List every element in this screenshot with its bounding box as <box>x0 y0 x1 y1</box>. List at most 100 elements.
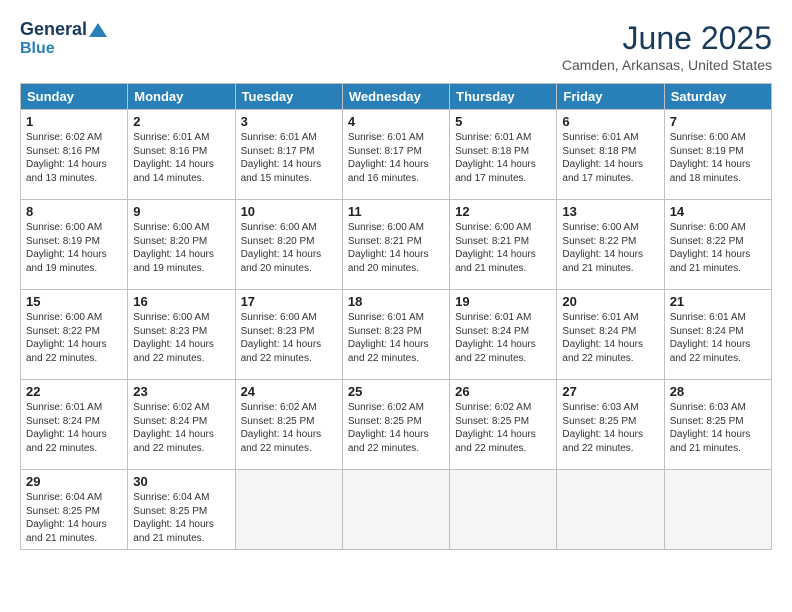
col-friday: Friday <box>557 84 664 110</box>
col-tuesday: Tuesday <box>235 84 342 110</box>
logo-text-general: General <box>20 20 87 40</box>
day-info: Sunrise: 6:04 AM Sunset: 8:25 PM Dayligh… <box>133 491 229 545</box>
col-sunday: Sunday <box>21 84 128 110</box>
col-monday: Monday <box>128 84 235 110</box>
day-info: Sunrise: 6:00 AM Sunset: 8:20 PM Dayligh… <box>133 221 229 275</box>
calendar-cell: 23 Sunrise: 6:02 AM Sunset: 8:24 PM Dayli… <box>128 380 235 470</box>
calendar-cell: 9 Sunrise: 6:00 AM Sunset: 8:20 PM Daylig… <box>128 200 235 290</box>
day-number: 8 <box>26 204 122 219</box>
day-number: 12 <box>455 204 551 219</box>
col-saturday: Saturday <box>664 84 771 110</box>
day-info: Sunrise: 6:00 AM Sunset: 8:23 PM Dayligh… <box>133 311 229 365</box>
day-info: Sunrise: 6:02 AM Sunset: 8:25 PM Dayligh… <box>455 401 551 455</box>
day-info: Sunrise: 6:00 AM Sunset: 8:23 PM Dayligh… <box>241 311 337 365</box>
calendar-cell: 24 Sunrise: 6:02 AM Sunset: 8:25 PM Dayli… <box>235 380 342 470</box>
logo: General Blue <box>20 20 107 57</box>
day-number: 2 <box>133 114 229 129</box>
day-number: 24 <box>241 384 337 399</box>
day-info: Sunrise: 6:02 AM Sunset: 8:25 PM Dayligh… <box>348 401 444 455</box>
day-info: Sunrise: 6:04 AM Sunset: 8:25 PM Dayligh… <box>26 491 122 545</box>
day-number: 22 <box>26 384 122 399</box>
calendar-cell <box>235 470 342 550</box>
col-thursday: Thursday <box>450 84 557 110</box>
calendar-cell <box>664 470 771 550</box>
day-info: Sunrise: 6:02 AM Sunset: 8:24 PM Dayligh… <box>133 401 229 455</box>
day-number: 21 <box>670 294 766 309</box>
day-number: 3 <box>241 114 337 129</box>
day-number: 11 <box>348 204 444 219</box>
day-info: Sunrise: 6:01 AM Sunset: 8:17 PM Dayligh… <box>241 131 337 185</box>
col-wednesday: Wednesday <box>342 84 449 110</box>
day-info: Sunrise: 6:01 AM Sunset: 8:16 PM Dayligh… <box>133 131 229 185</box>
day-number: 1 <box>26 114 122 129</box>
day-info: Sunrise: 6:02 AM Sunset: 8:16 PM Dayligh… <box>26 131 122 185</box>
calendar-cell: 1 Sunrise: 6:02 AM Sunset: 8:16 PM Daylig… <box>21 110 128 200</box>
day-info: Sunrise: 6:03 AM Sunset: 8:25 PM Dayligh… <box>562 401 658 455</box>
day-number: 6 <box>562 114 658 129</box>
calendar-header-row: Sunday Monday Tuesday Wednesday Thursday… <box>21 84 772 110</box>
calendar-cell: 22 Sunrise: 6:01 AM Sunset: 8:24 PM Dayli… <box>21 380 128 470</box>
calendar-cell: 11Sunrise: 6:00 AM Sunset: 8:21 PM Dayli… <box>342 200 449 290</box>
calendar-cell: 2 Sunrise: 6:01 AM Sunset: 8:16 PM Daylig… <box>128 110 235 200</box>
calendar-cell: 8 Sunrise: 6:00 AM Sunset: 8:19 PM Daylig… <box>21 200 128 290</box>
day-number: 16 <box>133 294 229 309</box>
day-info: Sunrise: 6:00 AM Sunset: 8:19 PM Dayligh… <box>26 221 122 275</box>
day-info: Sunrise: 6:00 AM Sunset: 8:20 PM Dayligh… <box>241 221 337 275</box>
calendar-cell: 4 Sunrise: 6:01 AM Sunset: 8:17 PM Daylig… <box>342 110 449 200</box>
calendar-cell <box>342 470 449 550</box>
day-number: 30 <box>133 474 229 489</box>
calendar-cell: 18 Sunrise: 6:01 AM Sunset: 8:23 PM Dayli… <box>342 290 449 380</box>
calendar-cell: 25 Sunrise: 6:02 AM Sunset: 8:25 PM Dayli… <box>342 380 449 470</box>
day-info: Sunrise: 6:01 AM Sunset: 8:23 PM Dayligh… <box>348 311 444 365</box>
day-info: Sunrise: 6:01 AM Sunset: 8:17 PM Dayligh… <box>348 131 444 185</box>
day-info: Sunrise: 6:00 AM Sunset: 8:22 PM Dayligh… <box>670 221 766 275</box>
day-info: Sunrise: 6:01 AM Sunset: 8:18 PM Dayligh… <box>455 131 551 185</box>
day-number: 19 <box>455 294 551 309</box>
day-number: 9 <box>133 204 229 219</box>
calendar-cell: 3 Sunrise: 6:01 AM Sunset: 8:17 PM Daylig… <box>235 110 342 200</box>
day-number: 7 <box>670 114 766 129</box>
day-number: 5 <box>455 114 551 129</box>
day-info: Sunrise: 6:01 AM Sunset: 8:24 PM Dayligh… <box>26 401 122 455</box>
logo-text-blue: Blue <box>20 40 55 58</box>
day-number: 27 <box>562 384 658 399</box>
day-number: 10 <box>241 204 337 219</box>
calendar-cell: 5 Sunrise: 6:01 AM Sunset: 8:18 PM Daylig… <box>450 110 557 200</box>
calendar-table: Sunday Monday Tuesday Wednesday Thursday… <box>20 83 772 550</box>
month-title: June 2025 <box>562 20 772 57</box>
day-info: Sunrise: 6:00 AM Sunset: 8:19 PM Dayligh… <box>670 131 766 185</box>
calendar-cell: 15 Sunrise: 6:00 AM Sunset: 8:22 PM Dayli… <box>21 290 128 380</box>
calendar-cell: 28Sunrise: 6:03 AM Sunset: 8:25 PM Dayli… <box>664 380 771 470</box>
day-number: 15 <box>26 294 122 309</box>
day-number: 25 <box>348 384 444 399</box>
day-info: Sunrise: 6:03 AM Sunset: 8:25 PM Dayligh… <box>670 401 766 455</box>
calendar-cell: 21 Sunrise: 6:01 AM Sunset: 8:24 PM Dayli… <box>664 290 771 380</box>
calendar-cell: 6 Sunrise: 6:01 AM Sunset: 8:18 PM Daylig… <box>557 110 664 200</box>
title-section: June 2025 Camden, Arkansas, United State… <box>562 20 772 73</box>
day-number: 26 <box>455 384 551 399</box>
calendar-cell: 7 Sunrise: 6:00 AM Sunset: 8:19 PM Daylig… <box>664 110 771 200</box>
day-info: Sunrise: 6:01 AM Sunset: 8:18 PM Dayligh… <box>562 131 658 185</box>
day-number: 18 <box>348 294 444 309</box>
day-number: 14 <box>670 204 766 219</box>
day-number: 13 <box>562 204 658 219</box>
day-info: Sunrise: 6:01 AM Sunset: 8:24 PM Dayligh… <box>455 311 551 365</box>
day-number: 4 <box>348 114 444 129</box>
page-header: General Blue June 2025 Camden, Arkansas,… <box>20 20 772 73</box>
day-info: Sunrise: 6:00 AM Sunset: 8:22 PM Dayligh… <box>26 311 122 365</box>
calendar-cell: 29Sunrise: 6:04 AM Sunset: 8:25 PM Dayli… <box>21 470 128 550</box>
calendar-cell: 27 Sunrise: 6:03 AM Sunset: 8:25 PM Dayli… <box>557 380 664 470</box>
location-title: Camden, Arkansas, United States <box>562 57 772 73</box>
logo-icon <box>89 21 107 39</box>
day-info: Sunrise: 6:00 AM Sunset: 8:21 PM Dayligh… <box>455 221 551 275</box>
day-number: 20 <box>562 294 658 309</box>
calendar-cell: 17 Sunrise: 6:00 AM Sunset: 8:23 PM Dayli… <box>235 290 342 380</box>
day-info: Sunrise: 6:00 AM Sunset: 8:22 PM Dayligh… <box>562 221 658 275</box>
day-info: Sunrise: 6:02 AM Sunset: 8:25 PM Dayligh… <box>241 401 337 455</box>
day-info: Sunrise: 6:01 AM Sunset: 8:24 PM Dayligh… <box>562 311 658 365</box>
calendar-cell: 20 Sunrise: 6:01 AM Sunset: 8:24 PM Dayli… <box>557 290 664 380</box>
day-number: 23 <box>133 384 229 399</box>
calendar-cell <box>450 470 557 550</box>
day-number: 17 <box>241 294 337 309</box>
day-info: Sunrise: 6:01 AM Sunset: 8:24 PM Dayligh… <box>670 311 766 365</box>
